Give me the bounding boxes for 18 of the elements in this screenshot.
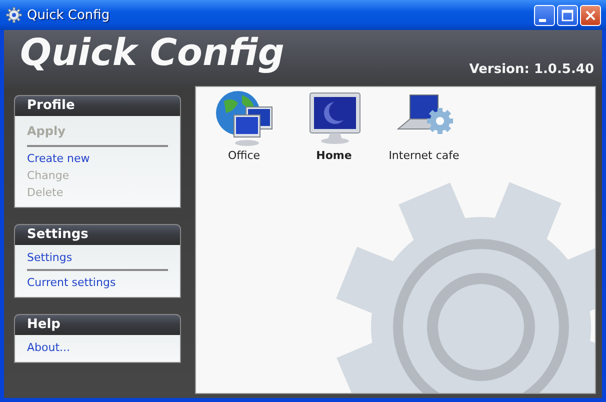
minimize-icon xyxy=(539,18,546,22)
profile-item[interactable]: Home xyxy=(294,89,374,162)
panel-header: Profile xyxy=(15,96,180,116)
sidebar-link[interactable]: Settings xyxy=(27,249,168,266)
close-button[interactable] xyxy=(580,4,601,26)
version-label: Version: 1.0.5.40 xyxy=(469,62,594,77)
sidebar-link[interactable]: Current settings xyxy=(27,274,168,291)
panel-header: Settings xyxy=(15,225,180,245)
panel-header: Help xyxy=(15,315,180,335)
sidebar-link[interactable]: About... xyxy=(27,339,168,356)
minimize-button[interactable] xyxy=(534,4,555,26)
app-title: Quick Config xyxy=(20,30,284,76)
profile-item[interactable]: Internet cafe xyxy=(384,89,464,162)
gear-icon xyxy=(6,7,22,23)
window-title: Quick Config xyxy=(27,8,111,22)
sidebar-link[interactable]: Create new xyxy=(27,150,168,167)
profile-item[interactable]: Office xyxy=(204,89,284,162)
maximize-button[interactable] xyxy=(557,4,578,26)
